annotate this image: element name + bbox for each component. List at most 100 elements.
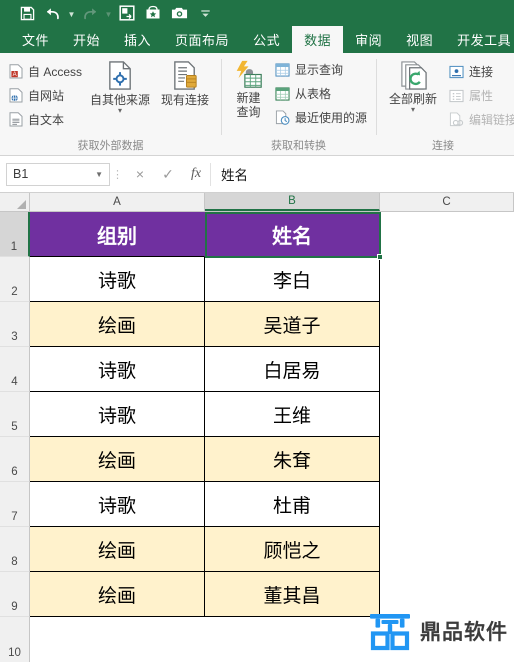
ding-logo-icon <box>368 611 412 651</box>
cell-c6[interactable] <box>380 437 514 482</box>
refresh-all-button[interactable]: 全部刷新 ▾ <box>382 58 444 114</box>
cell-b4[interactable]: 白居易 <box>205 347 380 392</box>
from-table-button[interactable]: 从表格 <box>272 83 370 104</box>
cell-c5[interactable] <box>380 392 514 437</box>
cell-b3[interactable]: 吴道子 <box>205 302 380 347</box>
tab-review[interactable]: 审阅 <box>343 26 394 53</box>
name-box-dropdown-icon[interactable]: ▼ <box>95 170 103 179</box>
customize-qat-icon[interactable] <box>192 2 218 24</box>
tab-home[interactable]: 开始 <box>61 26 112 53</box>
tab-formulas[interactable]: 公式 <box>241 26 292 53</box>
cell-a8[interactable]: 绘画 <box>30 527 205 572</box>
refresh-all-icon <box>398 60 429 90</box>
cell-b2[interactable]: 李白 <box>205 257 380 302</box>
column-headers: A B C <box>0 193 514 212</box>
row-header-8[interactable]: 8 <box>0 527 30 572</box>
from-web-button[interactable]: 自网站 <box>6 85 85 106</box>
connections-icon <box>449 65 464 79</box>
tab-data[interactable]: 数据 <box>292 26 344 53</box>
worksheet-grid: A B C 1 组别 姓名 2 诗歌 李白 3 绘画 吴道子 4 诗歌 白居易 … <box>0 193 514 662</box>
formula-bar-buttons: × ✓ fx <box>126 163 210 186</box>
confirm-icon[interactable]: ✓ <box>154 163 182 186</box>
row-header-6[interactable]: 6 <box>0 437 30 482</box>
cell-b10[interactable] <box>205 617 380 662</box>
connections-button[interactable]: 连接 <box>446 61 514 82</box>
column-header-b[interactable]: B <box>205 193 380 211</box>
ribbon-group-connections: 全部刷新 ▾ 连接 属性 编辑链接 连接 <box>376 53 514 155</box>
cell-b8[interactable]: 顾恺之 <box>205 527 380 572</box>
table-row: 2 诗歌 李白 <box>0 257 514 302</box>
row-header-4[interactable]: 4 <box>0 347 30 392</box>
cell-a4[interactable]: 诗歌 <box>30 347 205 392</box>
from-access-button[interactable]: A 自 Access <box>6 61 85 82</box>
cell-c3[interactable] <box>380 302 514 347</box>
name-box[interactable]: B1 ▼ <box>6 162 110 186</box>
table-row: 1 组别 姓名 <box>0 212 514 257</box>
tab-view[interactable]: 视图 <box>394 26 445 53</box>
row-header-3[interactable]: 3 <box>0 302 30 347</box>
cancel-icon[interactable]: × <box>126 163 154 186</box>
cell-b5[interactable]: 王维 <box>205 392 380 437</box>
cell-c8[interactable] <box>380 527 514 572</box>
row-header-10[interactable]: 10 <box>0 617 30 662</box>
cell-b9[interactable]: 董其昌 <box>205 572 380 617</box>
tab-file[interactable]: 文件 <box>10 26 61 53</box>
show-queries-label: 显示查询 <box>295 63 344 77</box>
access-file-icon: A <box>9 64 23 79</box>
ribbon-tabs: 文件 开始 插入 页面布局 公式 数据 审阅 视图 开发工具 <box>0 26 514 53</box>
watermark: 鼎品软件 <box>368 611 508 651</box>
camera-icon[interactable] <box>166 2 192 24</box>
redo-dropdown-icon[interactable]: ▼ <box>103 2 114 24</box>
cell-a1[interactable]: 组别 <box>30 212 205 257</box>
new-query-button[interactable]: 新建 查询 <box>227 58 270 119</box>
tab-page-layout[interactable]: 页面布局 <box>163 26 241 53</box>
select-all-corner[interactable] <box>0 193 30 211</box>
cell-b7[interactable]: 杜甫 <box>205 482 380 527</box>
quick-print-icon[interactable] <box>114 2 140 24</box>
row-header-2[interactable]: 2 <box>0 257 30 302</box>
cell-b6[interactable]: 朱耷 <box>205 437 380 482</box>
from-text-button[interactable]: 自文本 <box>6 109 85 130</box>
cell-a3[interactable]: 绘画 <box>30 302 205 347</box>
name-box-value: B1 <box>13 167 29 181</box>
other-sources-icon <box>105 60 136 91</box>
ribbon-group-get-transform: 新建 查询 显示查询 从表格 最近使用的源 获取和转换 <box>221 53 376 155</box>
cell-a6[interactable]: 绘画 <box>30 437 205 482</box>
cell-a9[interactable]: 绘画 <box>30 572 205 617</box>
grid-rows: 1 组别 姓名 2 诗歌 李白 3 绘画 吴道子 4 诗歌 白居易 5 诗歌 王… <box>0 212 514 662</box>
recent-sources-button[interactable]: 最近使用的源 <box>272 107 370 128</box>
show-queries-icon <box>275 62 290 77</box>
from-other-sources-button[interactable]: 自其他来源 ▾ <box>87 58 153 115</box>
formula-bar-divider: ⋮ <box>112 168 124 181</box>
formula-input[interactable]: 姓名 <box>210 162 514 186</box>
cell-c4[interactable] <box>380 347 514 392</box>
tab-developer[interactable]: 开发工具 <box>445 26 514 53</box>
favorites-icon[interactable] <box>140 2 166 24</box>
cell-c2[interactable] <box>380 257 514 302</box>
cell-c7[interactable] <box>380 482 514 527</box>
undo-icon[interactable] <box>40 2 66 24</box>
cell-a10[interactable] <box>30 617 205 662</box>
existing-connections-label: 现有连接 <box>161 93 210 107</box>
from-other-sources-caret-icon[interactable]: ▾ <box>118 107 122 115</box>
cell-a5[interactable]: 诗歌 <box>30 392 205 437</box>
cell-a7[interactable]: 诗歌 <box>30 482 205 527</box>
refresh-all-caret-icon[interactable]: ▾ <box>411 106 415 114</box>
column-header-c[interactable]: C <box>380 193 514 211</box>
cell-c1[interactable] <box>380 212 514 257</box>
undo-dropdown-icon[interactable]: ▼ <box>66 2 77 24</box>
redo-icon[interactable] <box>77 2 103 24</box>
row-header-7[interactable]: 7 <box>0 482 30 527</box>
table-row: 8 绘画 顾恺之 <box>0 527 514 572</box>
insert-function-icon[interactable]: fx <box>182 163 210 186</box>
row-header-1[interactable]: 1 <box>0 212 30 257</box>
cell-a2[interactable]: 诗歌 <box>30 257 205 302</box>
row-header-9[interactable]: 9 <box>0 572 30 617</box>
cell-b1[interactable]: 姓名 <box>205 212 380 257</box>
column-header-a[interactable]: A <box>30 193 205 211</box>
row-header-5[interactable]: 5 <box>0 392 30 437</box>
tab-insert[interactable]: 插入 <box>112 26 163 53</box>
save-icon[interactable] <box>14 2 40 24</box>
existing-connections-button[interactable]: 现有连接 <box>155 58 215 107</box>
show-queries-button[interactable]: 显示查询 <box>272 59 370 80</box>
